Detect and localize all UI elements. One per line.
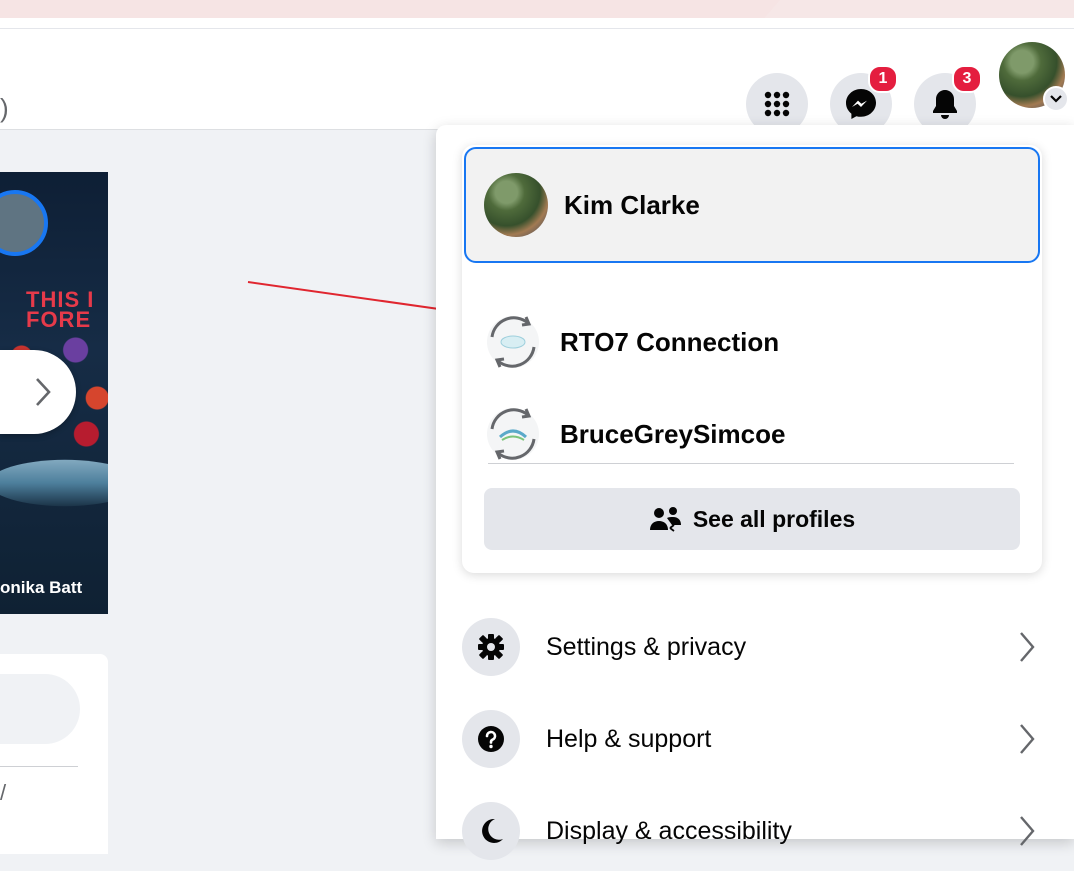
menu-item-help-support[interactable]: Help & support <box>462 699 1052 779</box>
divider <box>488 463 1014 464</box>
top-navigation-bar: ) 1 3 <box>0 29 1074 135</box>
messenger-icon <box>846 89 876 119</box>
chevron-right-icon <box>1012 719 1042 759</box>
menu-item-label: Display & accessibility <box>546 816 792 845</box>
composer-panel: / <box>0 654 108 854</box>
menu-item-display-accessibility[interactable]: Display & accessibility <box>462 791 1052 871</box>
see-all-profiles-label: See all profiles <box>692 505 856 532</box>
account-menu: Kim Clarke RTO7 Connection BruceGreySimc… <box>436 125 1074 860</box>
messenger-badge: 1 <box>868 65 898 93</box>
notifications-badge: 3 <box>952 65 982 93</box>
moon-icon <box>462 802 520 860</box>
story-graphic <box>0 459 108 507</box>
story-avatar <box>0 190 48 256</box>
switch-profile-icon <box>482 311 544 373</box>
chevron-right-icon <box>1012 811 1042 851</box>
people-icon <box>649 507 681 532</box>
menu-item-settings-privacy[interactable]: Settings & privacy <box>462 607 1052 687</box>
switch-profile-icon <box>482 403 544 465</box>
question-icon <box>462 710 520 768</box>
chevron-down-icon <box>1043 86 1069 112</box>
bell-icon <box>933 90 957 119</box>
composer-input[interactable] <box>0 674 80 744</box>
profile-current[interactable]: Kim Clarke <box>464 147 1040 263</box>
profile-item-rto7[interactable]: RTO7 Connection <box>462 297 1042 387</box>
composer-action-fragment: / <box>0 780 7 805</box>
profile-item-brucegreysimcoe[interactable]: BruceGreySimcoe <box>462 389 1042 479</box>
gear-icon <box>462 618 520 676</box>
see-all-profiles-button[interactable]: See all profiles <box>484 488 1020 550</box>
menu-item-label: Help & support <box>546 724 712 753</box>
divider <box>0 766 78 767</box>
browser-tab-area <box>0 0 780 18</box>
account-avatar-button[interactable] <box>999 42 1069 112</box>
chevron-right-icon <box>36 378 51 406</box>
search-field-edge[interactable]: ) <box>0 91 14 125</box>
menu-item-label: Settings & privacy <box>546 632 747 661</box>
story-banner-text: THIS I FORE <box>26 287 95 332</box>
avatar <box>484 173 548 237</box>
profiles-card: Kim Clarke RTO7 Connection BruceGreySimc… <box>462 145 1042 573</box>
grid-icon <box>764 91 790 117</box>
browser-strip <box>0 0 1074 29</box>
profile-name: Kim Clarke <box>564 189 700 220</box>
story-owner-name: onika Batt <box>0 578 83 597</box>
profile-name: RTO7 Connection <box>560 326 780 357</box>
profile-name: BruceGreySimcoe <box>560 418 786 449</box>
chevron-right-icon <box>1012 627 1042 667</box>
